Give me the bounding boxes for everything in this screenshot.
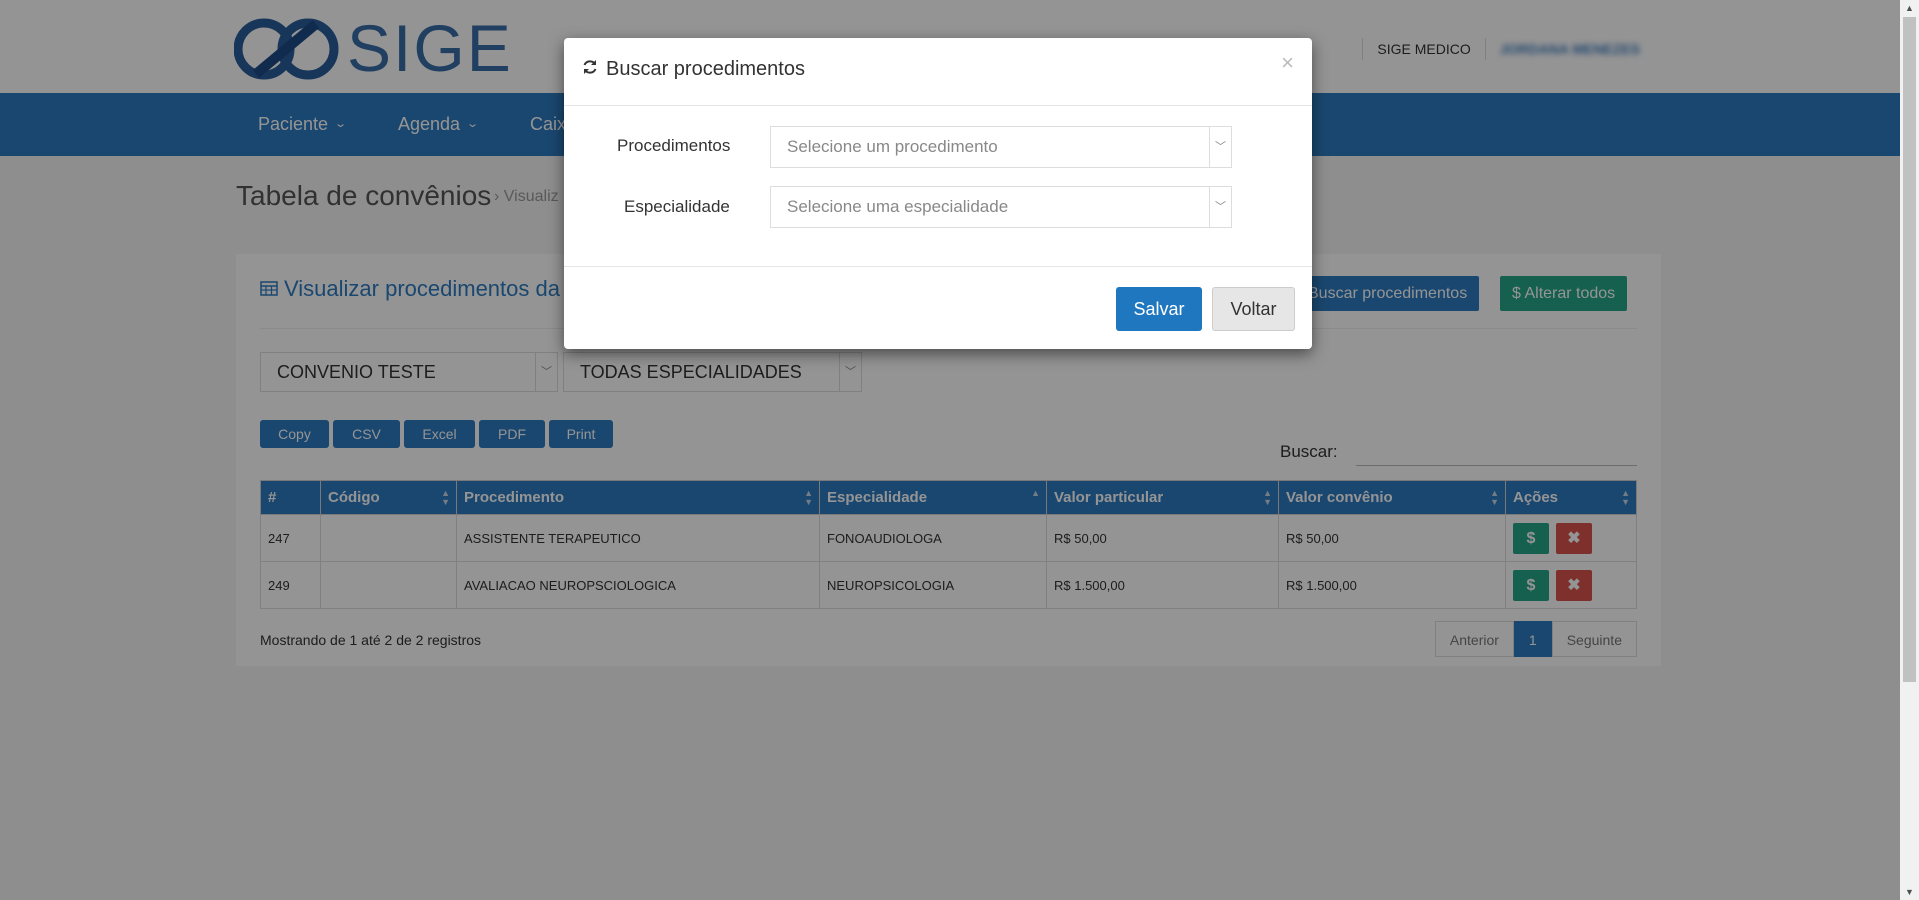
chevron-down-icon: ﹀ — [1209, 187, 1231, 227]
especialidade-label: Especialidade — [624, 197, 730, 216]
procedimento-select-placeholder: Selecione um procedimento — [787, 137, 998, 156]
especialidade-modal-select[interactable]: Selecione uma especialidade ﹀ — [770, 186, 1232, 228]
modal-header: Buscar procedimentos × — [564, 38, 1312, 106]
modal-title: Buscar procedimentos — [582, 58, 805, 81]
page-scrollbar[interactable]: ▲ ▼ — [1900, 0, 1919, 900]
scroll-down-arrow-icon[interactable]: ▼ — [1905, 887, 1914, 897]
procedimentos-label: Procedimentos — [617, 136, 731, 155]
close-icon[interactable]: × — [1281, 50, 1294, 76]
scroll-up-arrow-icon[interactable]: ▲ — [1905, 3, 1914, 13]
refresh-icon — [582, 58, 598, 81]
procedimento-select[interactable]: Selecione um procedimento ﹀ — [770, 126, 1232, 168]
modal-title-text: Buscar procedimentos — [606, 58, 805, 80]
voltar-button[interactable]: Voltar — [1212, 287, 1295, 331]
especialidade-select-placeholder: Selecione uma especialidade — [787, 197, 1009, 216]
scroll-thumb[interactable] — [1903, 17, 1916, 682]
chevron-down-icon: ﹀ — [1209, 127, 1231, 167]
salvar-button[interactable]: Salvar — [1116, 287, 1202, 331]
modal-footer-divider — [564, 266, 1312, 267]
buscar-procedimentos-modal: Buscar procedimentos × Procedimentos Sel… — [564, 38, 1312, 349]
